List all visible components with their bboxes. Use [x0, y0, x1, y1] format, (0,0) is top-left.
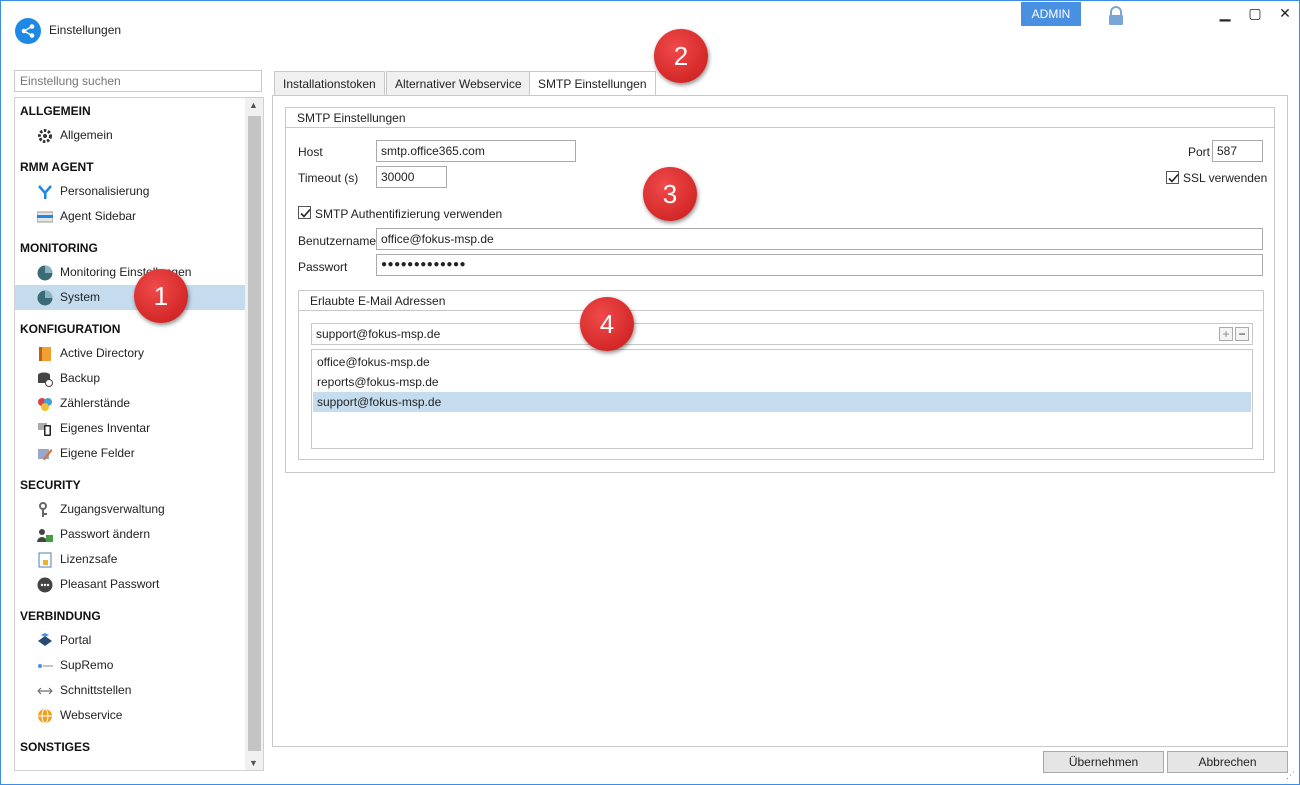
- username-label: Benutzername: [298, 234, 377, 248]
- sidebar-scrollbar[interactable]: ▲ ▼: [245, 98, 263, 770]
- password-label: Passwort: [298, 260, 348, 274]
- minimize-icon[interactable]: ▁: [1215, 5, 1235, 23]
- list-item[interactable]: support@fokus-msp.de: [313, 392, 1251, 412]
- sidebar-icon: [36, 209, 54, 225]
- allowed-emails-group: Erlaubte E-Mail Adressen support@fokus-m…: [298, 290, 1264, 460]
- sidebar-item-agent-sidebar[interactable]: Agent Sidebar: [15, 204, 245, 229]
- sidebar-item-active-directory[interactable]: Active Directory: [15, 341, 245, 366]
- lock-icon[interactable]: [1107, 6, 1125, 29]
- gear-icon: [37, 128, 53, 144]
- remote-icon: [37, 658, 53, 674]
- add-email-button[interactable]: +: [1219, 327, 1233, 341]
- monitoring-icon: [37, 290, 53, 306]
- user-lock-icon: [37, 527, 53, 543]
- password-icon: [37, 577, 53, 593]
- portal-icon: [37, 633, 53, 649]
- section-sonstiges: SONSTIGES: [20, 740, 91, 754]
- cancel-button[interactable]: Abbrechen: [1167, 751, 1288, 773]
- close-icon[interactable]: ✕: [1275, 5, 1295, 23]
- sidebar-item-passwort-aendern[interactable]: Passwort ändern: [15, 522, 245, 547]
- sidebar-item-portal[interactable]: Portal: [15, 628, 245, 653]
- tab-content: SMTP Einstellungen Host smtp.office365.c…: [272, 95, 1288, 747]
- settings-sidebar: ALLGEMEIN Allgemein RMM AGENT Personalis…: [14, 97, 264, 771]
- timeout-input[interactable]: 30000: [376, 166, 447, 188]
- globe-icon: [37, 708, 53, 724]
- directory-icon: [37, 346, 53, 362]
- resize-grip-icon[interactable]: ⋰: [1286, 770, 1295, 781]
- timeout-label: Timeout (s): [298, 171, 359, 185]
- sidebar-item-allgemein[interactable]: Allgemein: [15, 123, 245, 148]
- password-input[interactable]: ●●●●●●●●●●●●●: [376, 254, 1263, 276]
- apply-button[interactable]: Übernehmen: [1043, 751, 1164, 773]
- license-icon: [37, 552, 53, 568]
- section-konfiguration: KONFIGURATION: [20, 322, 121, 336]
- sidebar-item-eigenes-inventar[interactable]: Eigenes Inventar: [15, 416, 245, 441]
- sidebar-item-webservice[interactable]: Webservice: [15, 703, 245, 728]
- sidebar-item-system[interactable]: System: [15, 285, 245, 310]
- section-rmm-agent: RMM AGENT: [20, 160, 94, 174]
- tab-alternativer-webservice[interactable]: Alternativer Webservice: [386, 71, 531, 95]
- allowed-emails-title: Erlaubte E-Mail Adressen: [299, 291, 1263, 311]
- list-item[interactable]: office@fokus-msp.de: [313, 352, 1251, 372]
- smtp-group: SMTP Einstellungen Host smtp.office365.c…: [285, 107, 1275, 473]
- key-icon: [37, 502, 53, 518]
- port-input[interactable]: 587: [1212, 140, 1263, 162]
- section-allgemein: ALLGEMEIN: [20, 104, 91, 118]
- backup-icon: [37, 371, 53, 387]
- sidebar-item-monitoring-einstellungen[interactable]: Monitoring Einstellungen: [15, 260, 245, 285]
- scroll-down-icon[interactable]: ▼: [249, 758, 258, 768]
- brush-icon: [37, 184, 53, 200]
- sidebar-item-pleasant-passwort[interactable]: Pleasant Passwort: [15, 572, 245, 597]
- inventory-icon: [37, 421, 53, 437]
- section-monitoring: MONITORING: [20, 241, 98, 255]
- settings-window: Einstellungen ADMIN ▁ ▢ ✕ ALLGEMEIN Allg…: [0, 0, 1300, 785]
- fields-icon: [37, 446, 53, 462]
- section-security: SECURITY: [20, 478, 81, 492]
- callout-4: 4: [580, 297, 634, 351]
- monitoring-icon: [37, 265, 53, 281]
- interface-icon: [37, 683, 53, 699]
- tab-smtp-einstellungen[interactable]: SMTP Einstellungen: [529, 71, 656, 97]
- tab-installationstoken[interactable]: Installationstoken: [274, 71, 385, 95]
- ssl-checkbox[interactable]: [1166, 171, 1179, 184]
- email-input[interactable]: support@fokus-msp.de: [311, 323, 1253, 345]
- counter-icon: [37, 396, 53, 412]
- admin-badge[interactable]: ADMIN: [1021, 2, 1081, 26]
- port-label: Port: [1188, 145, 1211, 159]
- host-label: Host: [298, 145, 323, 159]
- sidebar-item-backup[interactable]: Backup: [15, 366, 245, 391]
- callout-3: 3: [643, 167, 697, 221]
- section-verbindung: VERBINDUNG: [20, 609, 101, 623]
- callout-2: 2: [654, 29, 708, 83]
- list-item[interactable]: reports@fokus-msp.de: [313, 372, 1251, 392]
- scroll-thumb[interactable]: [248, 116, 261, 751]
- smtp-group-title: SMTP Einstellungen: [286, 108, 1274, 128]
- ssl-label: SSL verwenden: [1183, 171, 1268, 185]
- share-icon: [15, 18, 41, 44]
- sidebar-item-zaehlerstaende[interactable]: Zählerstände: [15, 391, 245, 416]
- sidebar-item-lizenzsafe[interactable]: Lizenzsafe: [15, 547, 245, 572]
- smtp-auth-checkbox[interactable]: [298, 206, 311, 219]
- scroll-up-icon[interactable]: ▲: [249, 100, 258, 110]
- settings-search-input[interactable]: [14, 70, 262, 92]
- sidebar-item-personalisierung[interactable]: Personalisierung: [15, 179, 245, 204]
- email-list: office@fokus-msp.de reports@fokus-msp.de…: [311, 349, 1253, 449]
- sidebar-item-schnittstellen[interactable]: Schnittstellen: [15, 678, 245, 703]
- remove-email-button[interactable]: −: [1235, 327, 1249, 341]
- window-title: Einstellungen: [49, 23, 122, 37]
- sidebar-item-supremo[interactable]: SupRemo: [15, 653, 245, 678]
- sidebar-item-eigene-felder[interactable]: Eigene Felder: [15, 441, 245, 466]
- callout-1: 1: [134, 269, 188, 323]
- username-input[interactable]: office@fokus-msp.de: [376, 228, 1263, 250]
- sidebar-item-zugangsverwaltung[interactable]: Zugangsverwaltung: [15, 497, 245, 522]
- maximize-icon[interactable]: ▢: [1245, 5, 1265, 23]
- host-input[interactable]: smtp.office365.com: [376, 140, 576, 162]
- smtp-auth-label: SMTP Authentifizierung verwenden: [315, 207, 503, 221]
